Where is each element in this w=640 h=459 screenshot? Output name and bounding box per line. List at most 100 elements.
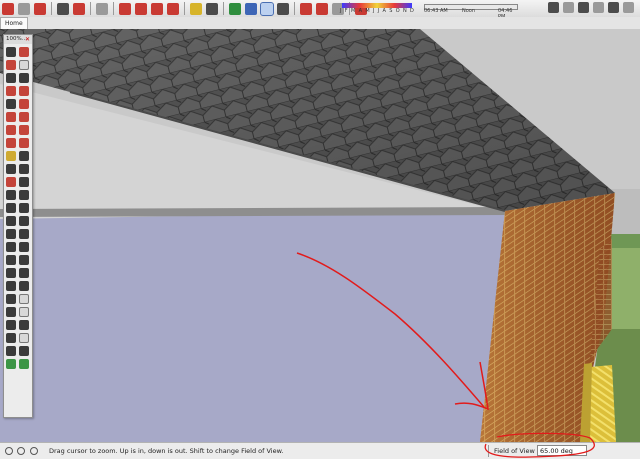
drape-icon[interactable] — [19, 268, 29, 278]
stamp-icon[interactable] — [6, 268, 16, 278]
palette-title[interactable]: 100%... ✕ — [4, 35, 32, 44]
zoom-extents-icon[interactable] — [6, 216, 16, 226]
month-label: S — [389, 8, 393, 14]
select-tool-icon[interactable] — [2, 2, 14, 15]
monochrome-icon[interactable] — [19, 307, 29, 317]
home-icon[interactable] — [578, 2, 589, 13]
push-pull-icon[interactable] — [19, 112, 29, 122]
shadow-time-slider[interactable]: 06:43 AM Noon 04:46 PM — [422, 1, 518, 20]
materials-icon[interactable] — [316, 2, 328, 15]
paint-icon[interactable] — [6, 60, 16, 70]
orbit-tool-icon[interactable] — [229, 2, 241, 15]
textured-icon[interactable] — [6, 307, 16, 317]
main-toolbar — [0, 0, 640, 18]
tab-home[interactable]: Home — [0, 17, 28, 29]
close-icon[interactable]: ✕ — [25, 35, 30, 44]
text-tool-icon[interactable] — [206, 2, 218, 15]
xray-icon[interactable] — [6, 320, 16, 330]
axes-icon[interactable] — [6, 177, 16, 187]
text-icon[interactable] — [19, 164, 29, 174]
3d-text-icon[interactable] — [19, 177, 29, 187]
zoom-window-icon[interactable] — [19, 203, 29, 213]
scene-render — [0, 29, 640, 442]
iso-view-icon[interactable] — [548, 2, 559, 13]
back-edges-icon[interactable] — [19, 320, 29, 330]
follow-me-icon[interactable] — [19, 125, 29, 135]
tape-measure-icon[interactable] — [190, 2, 202, 15]
push-pull-icon[interactable] — [119, 2, 131, 15]
model-viewport[interactable] — [0, 29, 640, 442]
lavender-wall — [0, 211, 505, 442]
right-view-icon[interactable] — [593, 2, 604, 13]
smoove-icon[interactable] — [19, 255, 29, 265]
arc-icon[interactable] — [19, 86, 29, 96]
paint-bucket-icon[interactable] — [34, 2, 46, 15]
pan-tool-icon[interactable] — [245, 2, 257, 15]
toolbar-divider — [294, 2, 295, 15]
back-view-icon[interactable] — [608, 2, 619, 13]
orbit-icon[interactable] — [6, 190, 16, 200]
extension-warehouse-icon[interactable] — [6, 359, 16, 369]
photo-textures-icon[interactable] — [6, 346, 16, 356]
geo-location-icon[interactable] — [5, 447, 13, 455]
position-camera-icon[interactable] — [6, 229, 16, 239]
line-tool-icon[interactable] — [57, 2, 69, 15]
toggle-terrain-icon[interactable] — [19, 333, 29, 343]
zoom-tool-icon[interactable] — [260, 1, 274, 16]
dimension-icon[interactable] — [19, 151, 29, 161]
month-label: F — [344, 8, 348, 14]
month-label: M — [350, 8, 356, 14]
credits-icon[interactable] — [17, 447, 25, 455]
rotate-icon[interactable] — [6, 125, 16, 135]
month-label: O — [395, 8, 400, 14]
move-icon[interactable] — [6, 112, 16, 122]
tape-measure-icon[interactable] — [6, 151, 16, 161]
share-component-icon[interactable] — [19, 359, 29, 369]
scale-icon[interactable] — [6, 138, 16, 148]
rotate-tool-icon[interactable] — [151, 2, 163, 15]
help-icon[interactable] — [30, 447, 38, 455]
arc-tool-icon[interactable] — [73, 2, 85, 15]
tool-palette[interactable]: 100%... ✕ — [3, 34, 33, 418]
freehand-icon[interactable] — [19, 99, 29, 109]
add-detail-icon[interactable] — [6, 281, 16, 291]
flip-edge-icon[interactable] — [19, 281, 29, 291]
sandbox-icon[interactable] — [6, 255, 16, 265]
top-view-icon[interactable] — [563, 2, 574, 13]
rectangle-icon[interactable] — [6, 73, 16, 83]
toolbar-divider — [223, 2, 224, 15]
status-divider — [488, 445, 489, 457]
previous-view-icon[interactable] — [19, 216, 29, 226]
follow-me-icon[interactable] — [167, 2, 179, 15]
select-icon[interactable] — [6, 47, 16, 57]
protractor-icon[interactable] — [6, 164, 16, 174]
line-icon[interactable] — [19, 73, 29, 83]
shadow-date-slider[interactable]: J F M A M J J A S O N D — [340, 1, 414, 16]
section-plane-icon[interactable] — [19, 242, 29, 252]
component-browser-icon[interactable] — [300, 2, 312, 15]
time-start-label: 06:43 AM — [424, 8, 448, 14]
measurements-input[interactable] — [537, 445, 587, 456]
circle-icon[interactable] — [6, 86, 16, 96]
eraser-icon[interactable] — [19, 60, 29, 70]
offset-icon[interactable] — [19, 138, 29, 148]
hidden-line-icon[interactable] — [6, 294, 16, 304]
left-view-icon[interactable] — [623, 2, 634, 13]
zoom-icon[interactable] — [6, 203, 16, 213]
month-label: J — [372, 8, 375, 14]
move-tool-icon[interactable] — [135, 2, 147, 15]
polygon-icon[interactable] — [6, 99, 16, 109]
pan-icon[interactable] — [19, 190, 29, 200]
walk-icon[interactable] — [19, 229, 29, 239]
view-toolbar — [546, 2, 636, 13]
share-model-icon[interactable] — [19, 346, 29, 356]
look-around-icon[interactable] — [6, 242, 16, 252]
zoom-extents-icon[interactable] — [277, 2, 289, 15]
location-icon[interactable] — [6, 333, 16, 343]
month-label: N — [402, 8, 407, 14]
shaded-icon[interactable] — [19, 294, 29, 304]
rectangle-tool-icon[interactable] — [96, 2, 108, 15]
month-label: J — [340, 8, 342, 14]
eraser-icon[interactable] — [18, 2, 30, 15]
make-component-icon[interactable] — [19, 47, 29, 57]
